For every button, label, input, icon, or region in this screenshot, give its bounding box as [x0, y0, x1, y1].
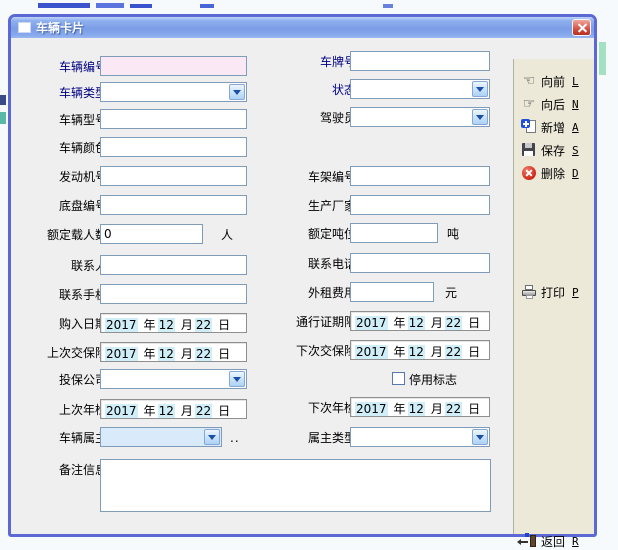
- vehicle-owner-label: 车辆属主: [19, 431, 107, 445]
- engine-no-input[interactable]: [100, 166, 247, 186]
- plate-no-input[interactable]: [350, 51, 490, 71]
- vehicle-model-label: 车辆型号: [19, 113, 107, 127]
- status-label: 状态: [272, 83, 356, 97]
- rated-tonnage-label: 额定吨位: [272, 227, 356, 241]
- permit-expiry-label: 通行证期限: [272, 315, 356, 329]
- last-inspection-label: 上次年检: [19, 403, 107, 417]
- contact-phone-label: 联系电话: [272, 257, 356, 271]
- insurance-company-select[interactable]: [100, 369, 247, 389]
- permit-expiry-field[interactable]: 2017年12月22日: [350, 311, 490, 331]
- vehicle-color-input[interactable]: [100, 137, 247, 157]
- vehicle-type-select[interactable]: [100, 82, 247, 102]
- vehicle-owner-more-button[interactable]: ..: [230, 431, 240, 445]
- background-window-fragment: [200, 4, 214, 8]
- rental-fee-unit: 元: [445, 286, 457, 300]
- seat-capacity-input[interactable]: [100, 224, 203, 244]
- disabled-flag-checkbox[interactable]: [392, 372, 405, 385]
- prev-button[interactable]: ☜ 向前L: [521, 72, 579, 90]
- rated-tonnage-input[interactable]: [350, 223, 438, 243]
- remarks-label: 备注信息: [19, 463, 107, 477]
- background-window-fragment: [130, 4, 152, 8]
- printer-icon: [521, 284, 537, 300]
- frame-no-label: 车架编号: [272, 170, 356, 184]
- close-icon: [576, 22, 587, 33]
- background-window-fragment: [383, 4, 393, 8]
- add-button[interactable]: 新增A: [521, 118, 579, 136]
- next-button[interactable]: ☞ 向后N: [521, 95, 579, 113]
- last-insurance-field[interactable]: 2017年12月22日: [100, 342, 247, 362]
- delete-button[interactable]: 删除D: [521, 164, 579, 182]
- contact-mobile-input[interactable]: [100, 284, 247, 304]
- rental-fee-input[interactable]: [350, 282, 434, 302]
- chassis-no-label: 底盘编号: [19, 199, 107, 213]
- owner-type-label: 属主类型: [272, 431, 356, 445]
- disabled-flag-label: 停用标志: [409, 373, 479, 387]
- status-select[interactable]: [350, 79, 490, 99]
- frame-no-input[interactable]: [350, 166, 490, 186]
- background-window-fragment: [96, 3, 124, 8]
- chassis-no-input[interactable]: [100, 195, 247, 215]
- manufacturer-input[interactable]: [350, 195, 490, 215]
- chevron-down-icon[interactable]: [229, 371, 245, 387]
- plate-no-label: 车牌号: [272, 55, 356, 69]
- manufacturer-label: 生产厂家: [272, 199, 356, 213]
- next-inspection-label: 下次年检: [272, 401, 356, 415]
- hand-point-left-icon: ☜: [521, 73, 537, 89]
- title-bar: 车辆卡片: [11, 17, 594, 38]
- next-insurance-field[interactable]: 2017年12月22日: [350, 340, 490, 360]
- remarks-textarea[interactable]: [100, 459, 491, 512]
- vehicle-owner-select[interactable]: [100, 427, 222, 447]
- vehicle-model-input[interactable]: [100, 109, 247, 129]
- rated-tonnage-unit: 吨: [447, 227, 459, 241]
- background-window-fragment: [0, 95, 6, 105]
- purchase-date-label: 购入日期: [19, 317, 107, 331]
- vehicle-card-dialog: 车辆卡片 ☜ 向前L ☞ 向后N 新增A 保存S 删除D: [8, 14, 597, 537]
- seat-capacity-unit: 人: [221, 228, 233, 242]
- last-insurance-label: 上次交保险: [19, 346, 107, 360]
- close-button[interactable]: [572, 19, 591, 36]
- chevron-down-icon[interactable]: [472, 429, 488, 445]
- contact-mobile-label: 联系手机: [19, 288, 107, 302]
- new-document-icon: [521, 119, 537, 135]
- action-sidebar: ☜ 向前L ☞ 向后N 新增A 保存S 删除D 打印P: [513, 59, 594, 534]
- rental-fee-label: 外租费用: [272, 286, 356, 300]
- owner-type-select[interactable]: [350, 427, 490, 447]
- dialog-body: ☜ 向前L ☞ 向后N 新增A 保存S 删除D 打印P: [11, 38, 594, 534]
- delete-icon: [521, 165, 537, 181]
- hand-point-right-icon: ☞: [521, 96, 537, 112]
- save-button[interactable]: 保存S: [521, 141, 579, 159]
- print-button[interactable]: 打印P: [521, 283, 579, 301]
- next-insurance-label: 下次交保险: [272, 344, 356, 358]
- seat-capacity-label: 额定载人数: [19, 228, 107, 242]
- exit-icon: [521, 533, 537, 549]
- floppy-disk-icon: [521, 142, 537, 158]
- return-button[interactable]: 返回R: [521, 532, 579, 550]
- last-inspection-field[interactable]: 2017年12月22日: [100, 399, 247, 419]
- contact-person-label: 联系人: [19, 259, 107, 273]
- background-window-fragment: [599, 42, 606, 75]
- contact-person-input[interactable]: [100, 255, 247, 275]
- chevron-down-icon[interactable]: [204, 429, 220, 445]
- background-window-fragment: [38, 3, 90, 8]
- insurance-company-label: 投保公司: [19, 373, 107, 387]
- background-window-fragment: [0, 112, 6, 124]
- chevron-down-icon[interactable]: [472, 109, 488, 125]
- engine-no-label: 发动机号: [19, 170, 107, 184]
- purchase-date-field[interactable]: 2017年12月22日: [100, 313, 247, 333]
- contact-phone-input[interactable]: [350, 253, 490, 273]
- next-inspection-field[interactable]: 2017年12月22日: [350, 397, 490, 417]
- vehicle-no-input[interactable]: [100, 56, 247, 76]
- window-icon: [18, 22, 31, 33]
- chevron-down-icon[interactable]: [472, 81, 488, 97]
- form-area: 车辆编号 车牌号 车辆类型 状态 车辆型号 驾驶员 车辆颜色 发动机号 车架编号…: [11, 38, 513, 534]
- driver-select[interactable]: [350, 107, 490, 127]
- dialog-title: 车辆卡片: [36, 19, 84, 36]
- chevron-down-icon[interactable]: [229, 84, 245, 100]
- driver-label: 驾驶员: [272, 111, 356, 125]
- vehicle-color-label: 车辆颜色: [19, 141, 107, 155]
- vehicle-no-label: 车辆编号: [19, 60, 107, 74]
- vehicle-type-label: 车辆类型: [19, 86, 107, 100]
